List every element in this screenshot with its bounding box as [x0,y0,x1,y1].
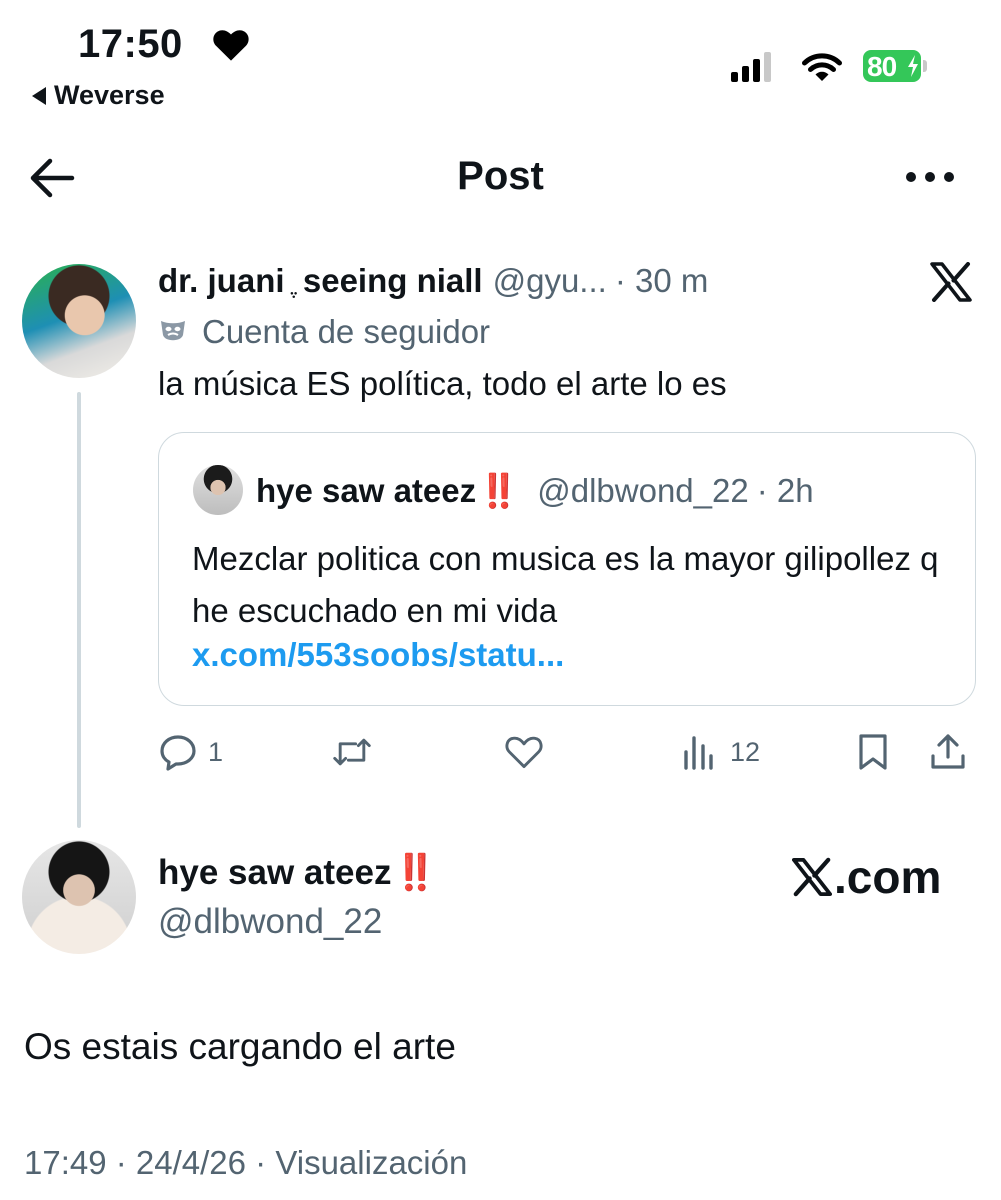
battery-icon: 80 [863,50,927,82]
retweet-button[interactable] [332,732,372,772]
share-button[interactable] [928,732,968,772]
charging-bolt-icon [908,55,918,77]
wifi-icon [802,53,842,81]
quote-header: hye saw ateez ‼️ @dlbwond_22 · 2h [256,472,814,511]
quote-display-name: hye saw ateez [256,472,477,509]
handle[interactable]: @gyu... [493,262,607,300]
reply-count: 1 [208,736,224,767]
x-com-watermark: .com [792,850,941,904]
bookmark-button[interactable] [853,732,893,772]
quote-handle: @dlbwond_22 [537,472,749,509]
retweet-icon [333,738,371,766]
thread-connector [77,392,81,828]
main-author[interactable]: hye saw ateez ‼️ [158,852,455,893]
main-avatar[interactable] [22,840,136,954]
main-tweet-text: Os estais cargando el arte [24,1026,456,1067]
status-time: 17:50 [78,22,183,66]
quote-avatar [193,465,243,515]
quote-timestamp: · 2h [756,472,814,509]
reply-button[interactable]: 1 [158,732,223,772]
x-logo-icon [930,262,972,302]
share-icon [931,734,965,769]
tweet-meta: 17:49 · 24/4/26 · Visualización [24,1144,468,1181]
watermark-text: .com [834,851,942,903]
like-button[interactable] [504,732,544,772]
back-app-label: Weverse [54,80,165,110]
bookmark-icon [859,734,887,770]
heart-icon [213,30,249,61]
quote-emoji: ‼️ [478,472,519,509]
more-icon[interactable] [904,170,956,184]
display-name[interactable]: dr. juani ֶ seeing niall [158,262,483,300]
tweet-text: la música ES política, todo el arte lo e… [158,365,727,402]
account-label-text: Cuenta de seguidor [202,313,491,350]
back-triangle-icon [32,86,46,105]
reply-icon [160,735,196,771]
signal-icon [731,52,771,82]
page-title: Post [457,154,544,198]
main-emoji: ‼️ [393,853,437,892]
quote-link[interactable]: x.com/553soobs/statu... [192,636,564,674]
mask-icon [161,321,185,341]
views-icon [684,736,713,770]
avatar[interactable] [22,264,136,378]
battery-nub [923,60,927,72]
like-icon [505,736,543,769]
account-label: Cuenta de seguidor [158,313,490,351]
back-to-app-button[interactable]: Weverse [32,80,165,111]
quote-text: Mezclar politica con musica es la mayor … [192,540,939,629]
views-count: 12 [730,736,761,767]
views-button[interactable]: 12 [680,732,760,772]
x-logo-icon [792,857,832,897]
main-display-name: hye saw ateez [158,853,392,892]
tweet-header: dr. juani ֶ seeing niall @gyu... · 30 m [158,262,708,300]
main-handle[interactable]: @dlbwond_22 [158,902,382,942]
battery-percent: 80 [867,51,897,82]
timestamp[interactable]: · 30 m [615,262,709,300]
